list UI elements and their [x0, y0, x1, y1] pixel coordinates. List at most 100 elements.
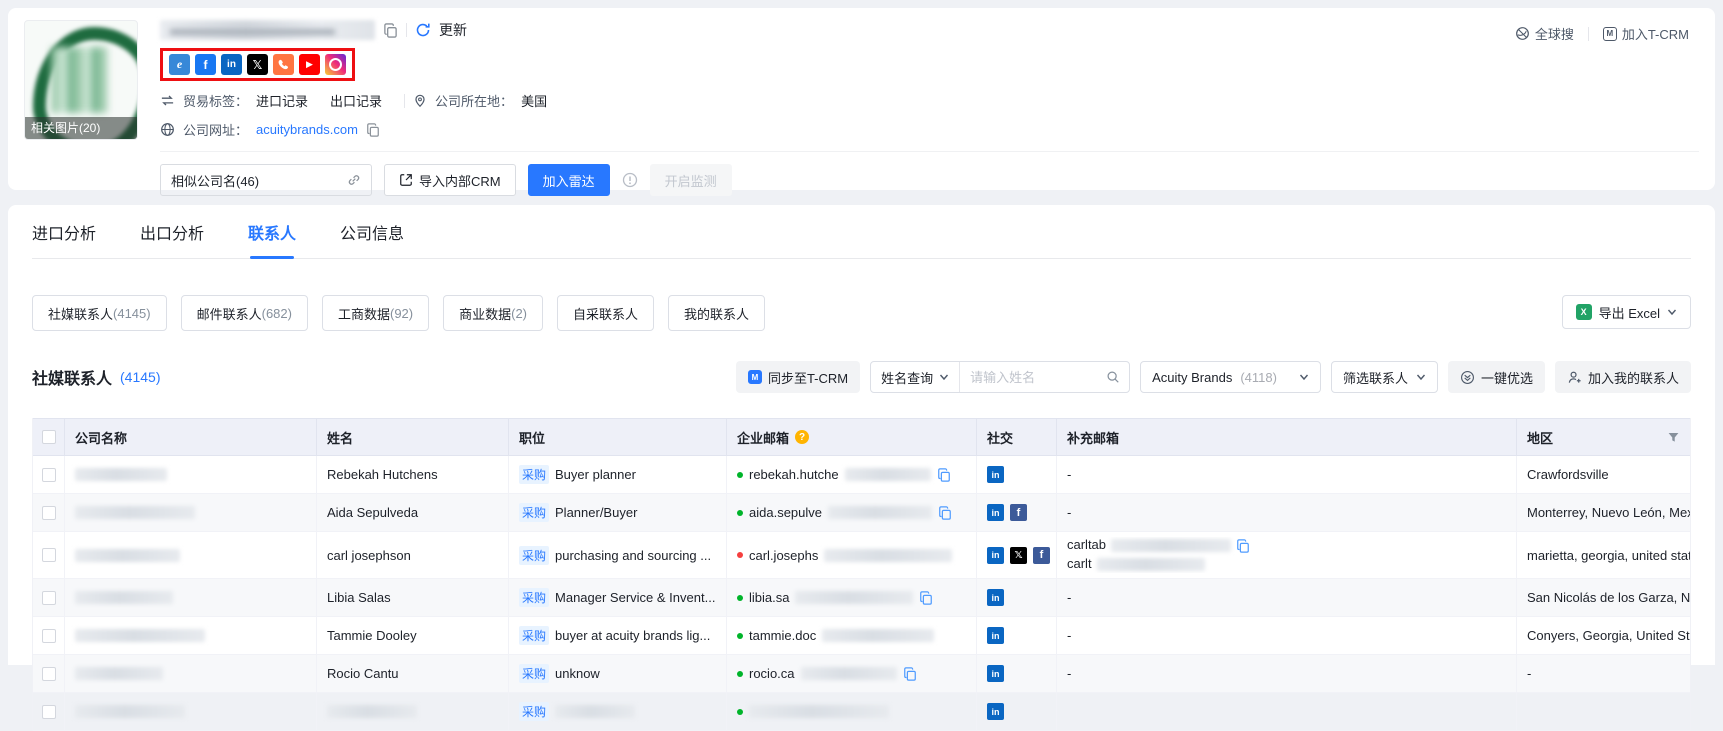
company-name-blurred: [75, 667, 163, 680]
chevron-down-icon: [1416, 372, 1426, 382]
table-row[interactable]: Tammie Dooley 采购buyer at acuity brands l…: [33, 617, 1690, 655]
region: Conyers, Georgia, United Stat...: [1517, 617, 1690, 654]
filter-funnel-icon[interactable]: [1667, 431, 1680, 444]
tab-contacts[interactable]: 联系人: [248, 205, 296, 258]
linkedin-icon[interactable]: in: [987, 627, 1004, 644]
linkedin-icon[interactable]: in: [987, 703, 1004, 720]
x-twitter-icon[interactable]: 𝕏: [1010, 547, 1027, 564]
row-checkbox[interactable]: [42, 705, 56, 719]
col-header-region: 地区: [1517, 419, 1690, 455]
linkedin-icon[interactable]: in: [987, 665, 1004, 682]
filter-contacts-select[interactable]: 筛选联系人: [1331, 361, 1438, 393]
one-click-select-button[interactable]: 一键优选: [1448, 361, 1545, 393]
tab-import-analysis[interactable]: 进口分析: [32, 205, 96, 258]
global-search-label: 全球搜: [1535, 24, 1574, 43]
row-checkbox[interactable]: [42, 506, 56, 520]
name-search-input[interactable]: [960, 370, 1106, 385]
add-to-radar-button[interactable]: 加入雷达: [528, 164, 610, 196]
linkedin-icon[interactable]: in: [221, 54, 242, 75]
chip-label: 工商数据: [338, 304, 390, 323]
add-my-contacts-label: 加入我的联系人: [1588, 368, 1679, 387]
global-search-icon: [1515, 26, 1530, 41]
linkedin-icon[interactable]: in: [987, 466, 1004, 483]
table-row[interactable]: Rebekah Hutchens 采购Buyer planner rebekah…: [33, 456, 1690, 494]
tab-export-analysis[interactable]: 出口分析: [140, 205, 204, 258]
region: San Nicolás de los Garza, Nu...: [1517, 579, 1690, 616]
table-row[interactable]: carl josephson 采购purchasing and sourcing…: [33, 532, 1690, 579]
chip-email-contacts[interactable]: 邮件联系人(682): [181, 295, 308, 331]
extra-email-blurred: [1111, 539, 1231, 552]
chip-social-contacts[interactable]: 社媒联系人(4145): [32, 295, 167, 331]
chip-count: (4145): [113, 306, 151, 321]
search-icon[interactable]: [1106, 370, 1120, 384]
select-all-checkbox[interactable]: [42, 430, 56, 444]
linkedin-icon[interactable]: in: [987, 547, 1004, 564]
row-checkbox[interactable]: [42, 468, 56, 482]
table-row-partial[interactable]: 采购 in: [33, 693, 1690, 731]
copy-icon[interactable]: [366, 123, 380, 137]
contact-name: Libia Salas: [317, 579, 509, 616]
help-icon[interactable]: ?: [795, 430, 809, 444]
facebook-icon[interactable]: f: [195, 54, 216, 75]
email-valid-dot: [737, 633, 743, 639]
chip-count: (92): [390, 306, 413, 321]
add-my-contacts-button[interactable]: 加入我的联系人: [1555, 361, 1691, 393]
similar-companies-field[interactable]: 相似公司名(46): [160, 164, 372, 196]
row-checkbox[interactable]: [42, 548, 56, 562]
linkedin-icon[interactable]: in: [987, 504, 1004, 521]
extra-email: -: [1057, 494, 1517, 531]
company-name-blurred: [75, 468, 167, 481]
export-excel-button[interactable]: X 导出 Excel: [1562, 295, 1691, 329]
email-valid-dot: [737, 671, 743, 677]
instagram-icon[interactable]: [325, 54, 346, 75]
quality-pick-icon: [1460, 370, 1475, 385]
chip-my-contacts[interactable]: 我的联系人: [668, 295, 765, 331]
copy-icon[interactable]: [1236, 539, 1250, 553]
import-records-link[interactable]: 进口记录: [256, 91, 308, 110]
chip-business-registry[interactable]: 工商数据(92): [322, 295, 429, 331]
update-button[interactable]: 更新: [439, 20, 467, 40]
table-row[interactable]: Rocio Cantu 采购unknow rocio.ca in - -: [33, 655, 1690, 693]
copy-icon[interactable]: [903, 667, 917, 681]
name-query-select[interactable]: 姓名查询: [871, 362, 960, 392]
refresh-icon[interactable]: [415, 22, 431, 38]
row-checkbox[interactable]: [42, 591, 56, 605]
copy-icon[interactable]: [919, 591, 933, 605]
extra-email: -: [1057, 655, 1517, 692]
company-name-blurred: [75, 549, 180, 562]
position-blurred: [555, 705, 635, 718]
copy-icon[interactable]: [383, 23, 398, 38]
company-website-link[interactable]: acuitybrands.com: [256, 122, 358, 137]
export-records-link[interactable]: 出口记录: [330, 91, 382, 110]
email-prefix: aida.sepulve: [749, 505, 822, 520]
phone-icon[interactable]: [273, 54, 294, 75]
company-select[interactable]: Acuity Brands (4118): [1140, 361, 1321, 393]
copy-icon[interactable]: [938, 506, 952, 520]
join-tcrm-button[interactable]: M 加入T-CRM: [1603, 24, 1689, 43]
row-checkbox[interactable]: [42, 667, 56, 681]
position-text: unknow: [555, 666, 600, 681]
copy-icon[interactable]: [937, 468, 951, 482]
table-row[interactable]: Libia Salas 采购Manager Service & Invent..…: [33, 579, 1690, 617]
row-checkbox[interactable]: [42, 629, 56, 643]
linkedin-icon[interactable]: in: [987, 589, 1004, 606]
related-images-badge[interactable]: 相关图片(20): [25, 117, 137, 139]
tab-company-info[interactable]: 公司信息: [340, 205, 404, 258]
company-logo[interactable]: 相关图片(20): [24, 20, 138, 140]
email-prefix: tammie.doc: [749, 628, 816, 643]
chip-commercial-data[interactable]: 商业数据(2): [443, 295, 543, 331]
facebook-icon[interactable]: f: [1010, 504, 1027, 521]
internet-explorer-icon[interactable]: e: [169, 54, 190, 75]
start-monitoring-label: 开启监测: [665, 171, 717, 190]
global-search-button[interactable]: 全球搜: [1515, 24, 1574, 43]
x-twitter-icon[interactable]: 𝕏: [247, 54, 268, 75]
facebook-icon[interactable]: f: [1033, 547, 1050, 564]
info-icon[interactable]: [622, 172, 638, 188]
youtube-icon[interactable]: ▶: [299, 54, 320, 75]
sync-tcrm-button[interactable]: M 同步至T-CRM: [736, 361, 860, 393]
import-internal-crm-button[interactable]: 导入内部CRM: [384, 164, 516, 196]
email-blurred: [801, 667, 897, 680]
chip-self-collected[interactable]: 自采联系人: [557, 295, 654, 331]
table-row[interactable]: Aida Sepulveda 采购Planner/Buyer aida.sepu…: [33, 494, 1690, 532]
extra-email: -: [1057, 579, 1517, 616]
